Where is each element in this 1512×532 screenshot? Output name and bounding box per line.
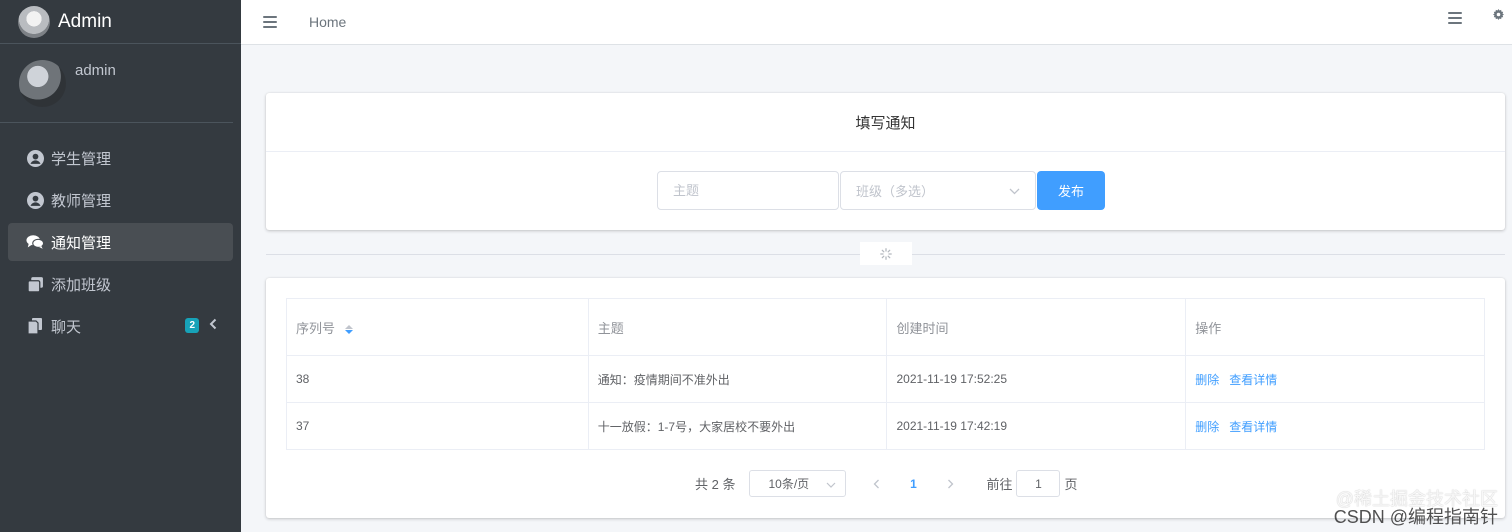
chat-count-badge: 2 (185, 318, 199, 333)
pagination: 共 2 条 10条/页 1 前往 1 页 (695, 470, 1078, 497)
avatar[interactable] (19, 60, 66, 107)
view-details-link[interactable]: 查看详情 (1229, 420, 1277, 434)
user-circle-icon (26, 191, 44, 209)
sidebar: Admin admin 学生管理 教师管理 通知管理 添加班级 聊天 2 (0, 0, 241, 532)
sidebar-item-add-class[interactable]: 添加班级 (8, 265, 233, 303)
sidebar-item-notices[interactable]: 通知管理 (8, 223, 233, 261)
copy-icon (26, 317, 44, 335)
notice-form-card: 填写通知 班级（多选） 发布 (266, 93, 1505, 230)
class-multiselect[interactable]: 班级（多选） (840, 171, 1036, 210)
cell-topic: 通知：疫情期间不准外出 (587, 355, 888, 403)
sort-icon[interactable] (344, 324, 353, 334)
comments-icon (26, 233, 44, 251)
brand-link[interactable]: Admin (0, 0, 241, 44)
prev-page-button[interactable] (858, 470, 894, 497)
sidebar-item-label: 教师管理 (51, 192, 112, 210)
watermark: @稀土掘金技术社区 CSDN @编程指南针 (1334, 490, 1498, 526)
brand-logo (18, 5, 50, 38)
sidebar-item-students[interactable]: 学生管理 (8, 139, 233, 177)
table-header-row: 序列号 主题 创建时间 操作 (286, 298, 1485, 356)
table-row: 37 十一放假：1-7号，大家居校不要外出 2021-11-19 17:42:1… (286, 402, 1485, 450)
table-row: 38 通知：疫情期间不准外出 2021-11-19 17:52:25 删除 查看详… (286, 355, 1485, 403)
watermark-line: @稀土掘金技术社区 (1335, 489, 1498, 509)
topic-input[interactable] (657, 171, 839, 210)
cell-created: 2021-11-19 17:42:19 (886, 402, 1187, 450)
watermark-line: CSDN @编程指南针 (1333, 507, 1498, 527)
chevron-down-icon (826, 477, 836, 491)
sidebar-item-label: 添加班级 (51, 276, 112, 294)
column-header-topic: 主题 (587, 298, 888, 356)
user-name[interactable]: admin (75, 62, 116, 79)
gear-icon[interactable] (1493, 7, 1504, 23)
jump-page-input[interactable]: 1 (1016, 470, 1061, 497)
user-panel: admin (0, 44, 233, 123)
home-link[interactable]: Home (309, 14, 346, 30)
sidebar-item-label: 聊天 (51, 318, 82, 336)
sidebar-item-label: 通知管理 (51, 234, 112, 252)
total-count: 共 2 条 (695, 477, 736, 492)
chevron-left-icon (209, 317, 217, 334)
view-details-link[interactable]: 查看详情 (1229, 373, 1277, 387)
page-size-value: 10条/页 (768, 477, 810, 491)
notice-form-row: 班级（多选） 发布 (657, 171, 1105, 210)
sidebar-item-teachers[interactable]: 教师管理 (8, 181, 233, 219)
sidebar-item-label: 学生管理 (51, 150, 112, 168)
cell-created: 2021-11-19 17:52:25 (886, 355, 1187, 403)
page-number[interactable]: 1 (894, 477, 932, 491)
class-select-placeholder: 班级（多选） (856, 184, 935, 199)
column-header-actions: 操作 (1185, 298, 1485, 356)
notice-table: 序列号 主题 创建时间 操作 38 通知：疫情期间不准外出 2021-11-19… (286, 298, 1485, 450)
jump-prefix: 前往 (986, 477, 1013, 492)
notice-table-card: 序列号 主题 创建时间 操作 38 通知：疫情期间不准外出 2021-11-19… (266, 278, 1505, 518)
page-size-select[interactable]: 10条/页 (749, 470, 847, 497)
next-page-button[interactable] (932, 470, 968, 497)
cell-actions: 删除 查看详情 (1185, 355, 1485, 403)
form-title: 填写通知 (266, 93, 1505, 152)
delete-link[interactable]: 删除 (1195, 373, 1219, 387)
sidebar-item-chat[interactable]: 聊天 2 (8, 307, 233, 345)
topbar: Home (241, 0, 1512, 45)
column-header-label: 序列号 (296, 320, 336, 336)
cell-actions: 删除 查看详情 (1185, 402, 1485, 450)
column-header-created: 创建时间 (886, 298, 1187, 356)
cell-id: 38 (286, 355, 589, 403)
publish-button[interactable]: 发布 (1037, 171, 1105, 210)
menu-toggle-icon[interactable] (263, 16, 277, 28)
jump-suffix: 页 (1064, 477, 1078, 492)
column-header-id[interactable]: 序列号 (286, 298, 589, 356)
loading-spinner-icon (860, 242, 912, 265)
cell-topic: 十一放假：1-7号，大家居校不要外出 (587, 402, 888, 450)
sidebar-nav: 学生管理 教师管理 通知管理 添加班级 聊天 2 (0, 123, 241, 345)
user-circle-icon (26, 149, 44, 167)
menu-icon[interactable] (1448, 12, 1462, 24)
chevron-down-icon (1009, 183, 1020, 198)
brand-title: Admin (58, 10, 112, 32)
delete-link[interactable]: 删除 (1195, 420, 1219, 434)
cell-id: 37 (286, 402, 589, 450)
clone-icon (26, 275, 44, 293)
